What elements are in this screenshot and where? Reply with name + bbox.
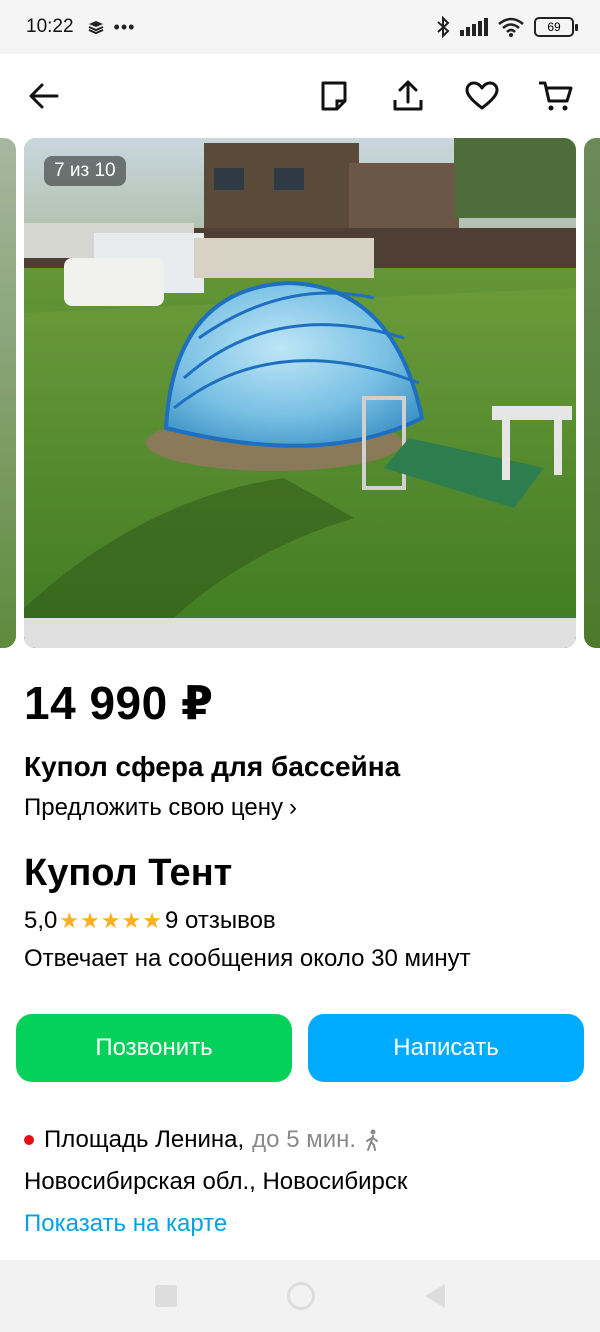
back-nav-icon[interactable] [425,1284,445,1308]
status-bar: 10:22 ••• 69 [0,0,600,54]
more-dots-icon: ••• [113,16,136,37]
share-icon [393,80,423,111]
reviews-count: 9 отзывов [165,907,276,935]
offer-price-label: Предложить свою цену [24,793,283,821]
main-photo[interactable]: 7 из 10 [24,138,576,648]
back-button[interactable] [22,74,66,118]
metro-line: Площадь Ленина, до 5 мин. [24,1126,576,1154]
walk-icon [366,1129,379,1151]
layers-icon [88,21,103,35]
metro-station: Площадь Ленина, [44,1126,245,1153]
battery-indicator: 69 [534,17,578,37]
listing-details: 14 990 ₽ Купол сфера для бассейна Предло… [24,680,576,973]
system-nav-bar [0,1260,600,1332]
heart-icon [465,81,499,110]
status-right: 69 [436,16,578,38]
battery-level: 69 [547,20,561,34]
metro-dot-icon [24,1135,34,1145]
favorite-button[interactable] [460,74,504,118]
rating-value: 5,0 [24,907,58,935]
show-on-map-link[interactable]: Показать на карте [24,1210,576,1238]
seller-name[interactable]: Купол Тент [24,852,576,896]
note-icon [321,81,347,111]
write-button[interactable]: Написать [308,1014,584,1082]
offer-price-link[interactable]: Предложить свою цену › [24,794,576,822]
rating-stars-icon: ★★★★★ [59,908,163,934]
note-button[interactable] [312,74,356,118]
signal-icon [460,18,488,36]
previous-photo-peek[interactable] [0,138,16,648]
seller-rating[interactable]: 5,0 ★★★★★ 9 отзывов [24,907,576,935]
recents-nav-icon[interactable] [155,1285,177,1307]
wifi-icon [498,17,524,37]
region-address: Новосибирская обл., Новосибирск [24,1168,408,1195]
chevron-right-icon: › [288,793,297,821]
home-nav-icon[interactable] [287,1282,315,1310]
photo-counter: 7 из 10 [44,156,126,186]
status-time: 10:22 [26,16,74,37]
status-left-icons: ••• [88,17,136,38]
contact-actions: Позвонить Написать [16,1014,584,1082]
cart-button[interactable] [534,74,578,118]
location-block: Площадь Ленина, до 5 мин. Новосибирская … [24,1126,576,1238]
pool-dome-photo [24,138,576,648]
response-time: Отвечает на сообщения около 30 минут [24,945,471,973]
toolbar [0,54,600,138]
call-button[interactable]: Позвонить [16,1014,292,1082]
price: 14 990 ₽ [24,677,214,729]
back-arrow-icon [29,83,59,109]
bluetooth-icon [437,16,450,38]
listing-title: Купол сфера для бассейна [24,751,401,782]
next-photo-peek[interactable] [584,138,600,648]
walk-time: до 5 мин. [252,1126,357,1153]
share-button[interactable] [386,74,430,118]
cart-icon [539,81,573,111]
photo-gallery[interactable]: 7 из 10 [0,138,600,648]
